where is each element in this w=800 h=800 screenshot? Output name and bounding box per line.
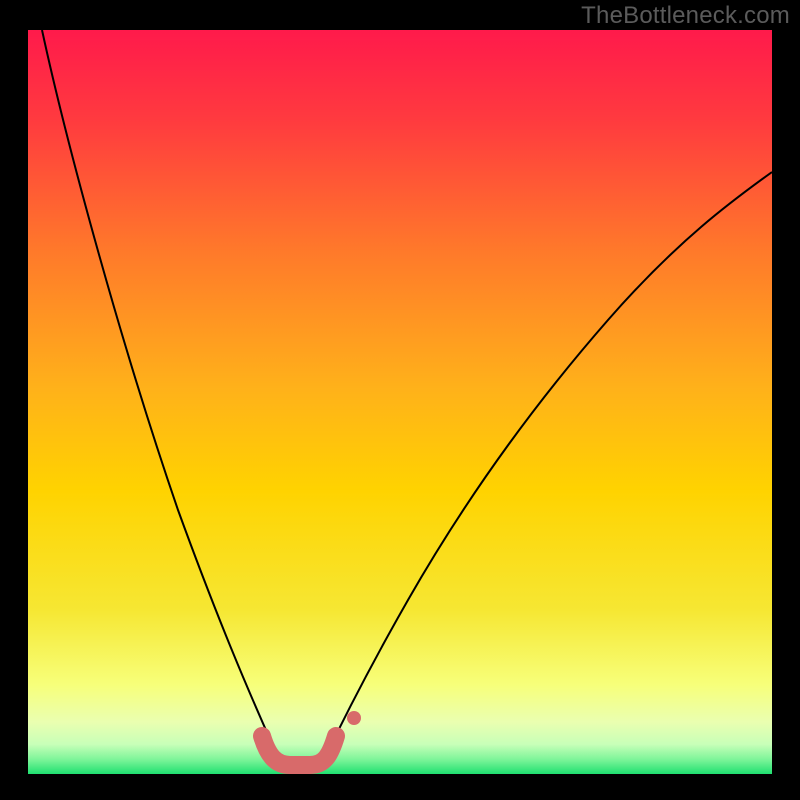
chart-stage: TheBottleneck.com xyxy=(0,0,800,800)
isolated-dot xyxy=(347,711,361,725)
gradient-background xyxy=(28,30,772,774)
plot-area xyxy=(28,30,772,774)
watermark-text: TheBottleneck.com xyxy=(581,2,790,30)
plot-svg xyxy=(28,30,772,774)
